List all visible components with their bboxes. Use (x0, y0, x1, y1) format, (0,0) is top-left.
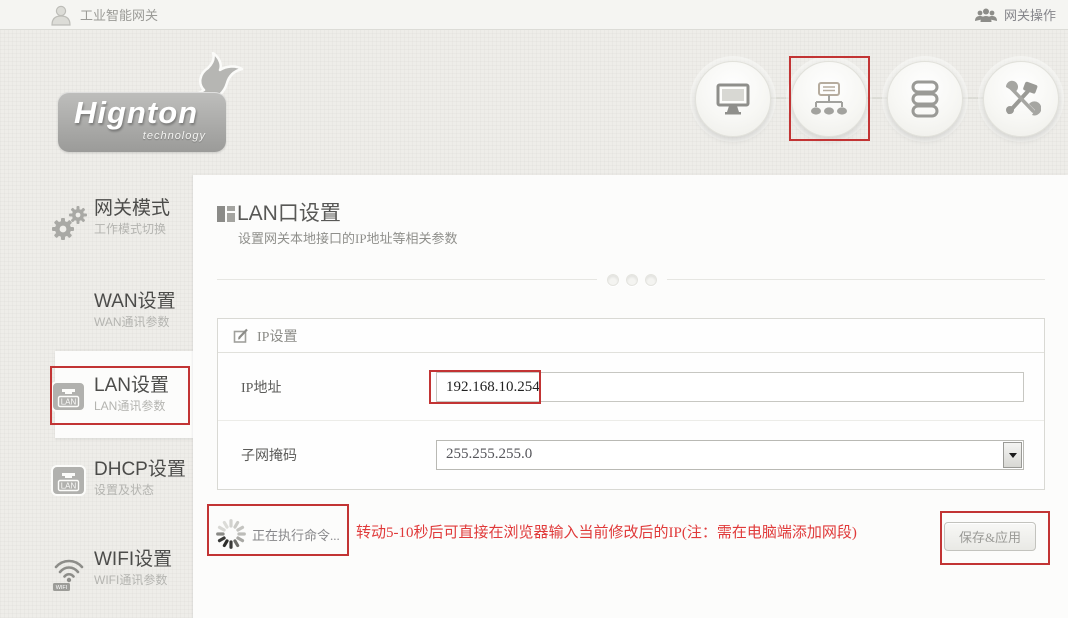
ip-address-row: IP地址 (218, 353, 1044, 421)
dropdown-button[interactable] (1003, 442, 1022, 468)
edit-icon (233, 328, 249, 344)
app-title: 工业智能网关 (80, 5, 158, 24)
user-icon (50, 4, 72, 26)
gateway-operations[interactable]: 网关操作 (975, 5, 1056, 24)
executing-command-label: 正在执行命令... (252, 525, 340, 544)
subnet-mask-row: 子网掩码 255.255.255.0 (218, 421, 1044, 489)
nav-connector-line (733, 97, 1021, 99)
gears-icon (50, 197, 94, 243)
lan-port-icon: LAN (50, 374, 94, 414)
brand-subtitle: technology (143, 130, 206, 142)
sidebar-item-lan-settings[interactable]: LAN LAN设置 LAN通讯参数 (50, 374, 193, 415)
subnet-mask-label: 子网掩码 (241, 445, 297, 465)
ip-settings-panel: IP设置 IP地址 子网掩码 255.255.255.0 (217, 318, 1045, 490)
users-group-icon (975, 7, 997, 23)
network-topology-icon (809, 81, 849, 117)
sidebar-item-dhcp-settings[interactable]: LAN DHCP设置 设置及状态 (50, 458, 193, 499)
sidebar-item-title: 网关模式 (94, 197, 193, 221)
save-apply-button[interactable]: 保存&应用 (944, 522, 1036, 551)
sidebar-item-subtitle: 设置及状态 (94, 482, 193, 499)
sidebar-item-wan-settings[interactable]: WAN设置 WAN通讯参数 (50, 290, 193, 331)
gateway-operations-label: 网关操作 (1004, 5, 1056, 24)
lan-icon-badge: LAN (61, 398, 77, 407)
ip-address-input[interactable] (436, 372, 1024, 402)
page-title: LAN口设置 (237, 197, 341, 227)
subnet-mask-select[interactable]: 255.255.255.0 (436, 440, 1024, 470)
sidebar-item-title: DHCP设置 (94, 458, 193, 482)
ip-change-notice: 转动5-10秒后可直接在浏览器输入当前修改后的IP(注：需在电脑端添加网段) (356, 521, 857, 542)
dot (626, 274, 638, 286)
data-stack-icon (910, 80, 940, 118)
sidebar-item-subtitle: WIFI通讯参数 (94, 572, 193, 589)
nav-data-stack-button[interactable] (887, 61, 963, 137)
dot (645, 274, 657, 286)
nav-monitor-button[interactable] (695, 61, 771, 137)
subnet-mask-value: 255.255.255.0 (446, 446, 532, 463)
sidebar-item-gateway-mode[interactable]: 网关模式 工作模式切换 (50, 197, 193, 243)
tools-icon (1001, 80, 1041, 118)
panel-header: IP设置 (218, 319, 1044, 353)
gateway-admin-page: 工业智能网关 网关操作 Hignto (0, 0, 1068, 618)
panel-header-label: IP设置 (257, 326, 297, 346)
sidebar-item-title: WIFI设置 (94, 548, 193, 572)
brand-logo: Hignton technology (52, 58, 252, 158)
wan-icon-placeholder (50, 290, 94, 296)
sidebar-item-subtitle: LAN通讯参数 (94, 398, 193, 415)
main-content: LAN口设置 设置网关本地接口的IP地址等相关参数 IP设置 IP地址 (193, 175, 1068, 618)
brand-name: Hignton (74, 95, 198, 131)
section-blocks-icon (217, 206, 237, 223)
status-row: 正在执行命令... 转动5-10秒后可直接在浏览器输入当前修改后的IP(注：需在… (193, 505, 1068, 575)
wifi-icon-badge: WIFI (56, 585, 68, 591)
chevron-down-icon (1009, 453, 1017, 458)
page-subtitle: 设置网关本地接口的IP地址等相关参数 (238, 228, 458, 247)
nav-system-tools-button[interactable] (983, 61, 1059, 137)
sidebar-item-subtitle: 工作模式切换 (94, 221, 193, 238)
dot (607, 274, 619, 286)
sidebar-item-title: WAN设置 (94, 290, 193, 314)
sidebar-item-title: LAN设置 (94, 374, 193, 398)
wifi-icon: WIFI (50, 548, 94, 592)
logo-plate: Hignton technology (58, 92, 226, 152)
ip-address-label: IP地址 (241, 377, 281, 397)
sidebar-item-subtitle: WAN通讯参数 (94, 314, 193, 331)
divider-dots (597, 272, 667, 288)
nav-network-topology-button[interactable] (791, 61, 867, 137)
lan-icon-badge: LAN (61, 482, 77, 491)
sidebar-item-wifi-settings[interactable]: WIFI WIFI设置 WIFI通讯参数 (50, 548, 193, 592)
monitor-icon (713, 82, 753, 116)
loading-spinner-icon (214, 517, 248, 551)
topbar-identity: 工业智能网关 (50, 4, 158, 26)
topbar: 工业智能网关 网关操作 (0, 0, 1068, 30)
lan-port-icon: LAN (50, 458, 94, 498)
